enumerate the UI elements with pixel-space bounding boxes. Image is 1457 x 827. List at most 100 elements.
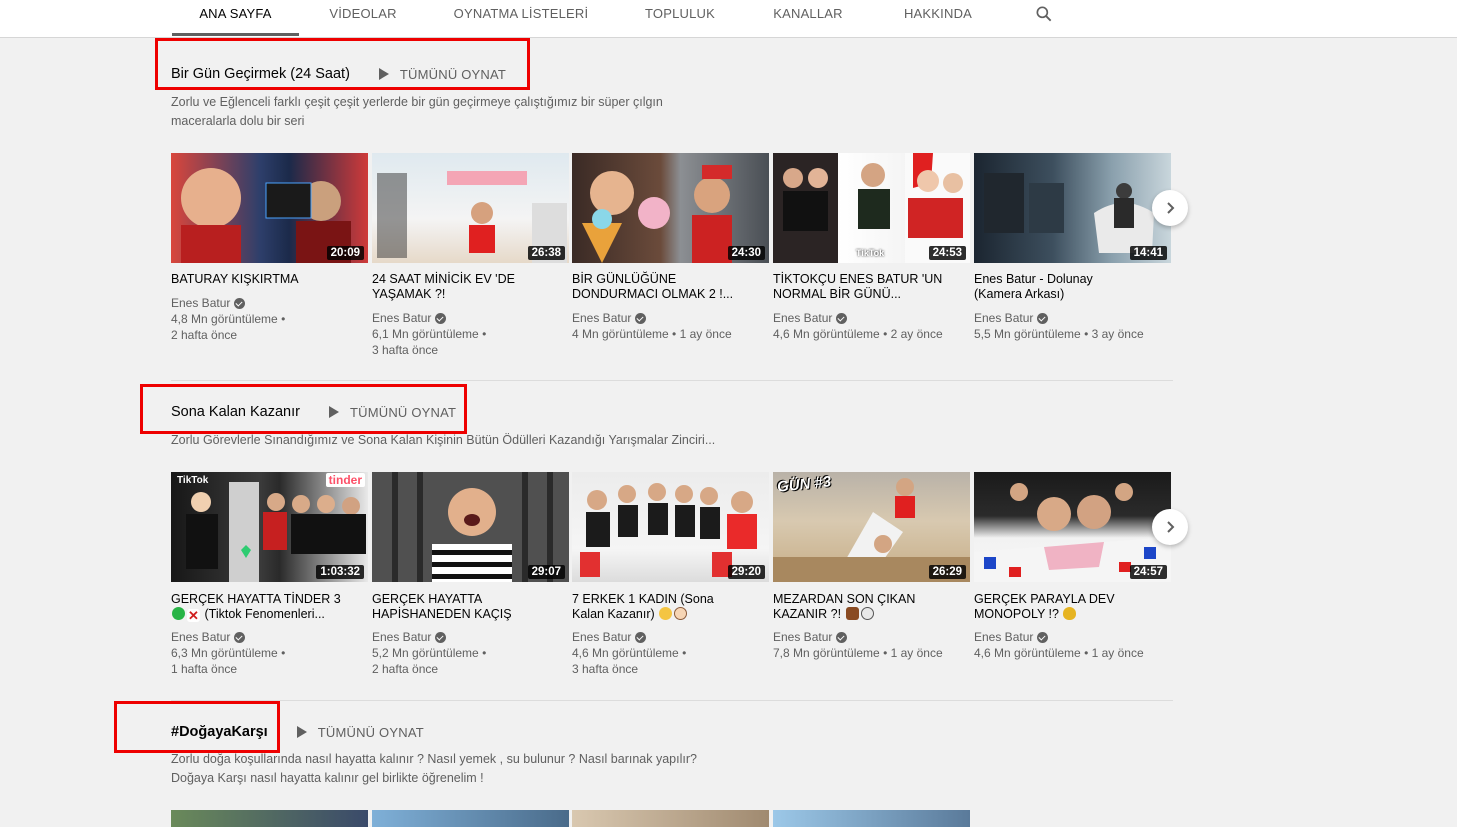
play-all-button[interactable]: TÜMÜNÜ OYNAT bbox=[328, 405, 456, 420]
video-meta: Enes Batur 7,8 Mn görüntüleme • 1 ay önc… bbox=[773, 629, 970, 661]
view-count: 6,3 Mn görüntüleme • bbox=[171, 646, 286, 660]
channel-name[interactable]: Enes Batur bbox=[572, 310, 769, 326]
video-meta: Enes Batur 6,3 Mn görüntüleme • 1 hafta … bbox=[171, 629, 368, 677]
channel-name-text: Enes Batur bbox=[171, 296, 231, 310]
video-title[interactable]: GERÇEK HAYATTA TİNDER 3 ✕ (Tiktok Fenome… bbox=[171, 592, 351, 622]
video-thumbnail[interactable]: 29:20 bbox=[572, 472, 769, 582]
video-duration: 14:41 bbox=[1129, 246, 1167, 260]
tab-about[interactable]: HAKKINDA bbox=[885, 0, 991, 36]
shelf-description: Zorlu Görevlerle Sınandığımız ve Sona Ka… bbox=[171, 431, 771, 450]
channel-name[interactable]: Enes Batur bbox=[773, 310, 970, 326]
shelf-header-1: Bir Gün Geçirmek (24 Saat) TÜMÜNÜ OYNAT bbox=[171, 66, 506, 82]
video-title-text: 7 ERKEK 1 KADIN (Sona Kalan Kazanır) bbox=[572, 592, 714, 621]
video-duration: 20:09 bbox=[326, 246, 364, 260]
view-count: 7,8 Mn görüntüleme • 1 ay önce bbox=[773, 646, 943, 660]
video-thumbnail[interactable]: 26:38 bbox=[372, 153, 569, 263]
video-title-text: GERÇEK PARAYLA DEV MONOPOLY !? bbox=[974, 592, 1115, 621]
video-title-line-2: ✕ (Tiktok Fenomenleri... bbox=[171, 607, 351, 622]
video-thumbnail[interactable]: 29:07 bbox=[372, 472, 569, 582]
shelf-header-2: Sona Kalan Kazanır TÜMÜNÜ OYNAT bbox=[171, 404, 456, 420]
shelf-next-button[interactable] bbox=[1152, 190, 1188, 226]
verified-icon bbox=[1037, 312, 1049, 324]
play-all-label: TÜMÜNÜ OYNAT bbox=[399, 66, 507, 82]
money-bag-icon bbox=[1063, 607, 1077, 620]
video-meta: Enes Batur 4 Mn görüntüleme • 1 ay önce bbox=[572, 310, 769, 342]
video-thumbnail[interactable] bbox=[773, 810, 970, 827]
video-meta: Enes Batur 6,1 Mn görüntüleme • 3 hafta … bbox=[372, 310, 569, 358]
channel-name-text: Enes Batur bbox=[372, 630, 432, 644]
shelf-divider bbox=[171, 380, 1173, 381]
shelf-description: Zorlu doğa koşullarında nasıl hayatta ka… bbox=[171, 750, 791, 788]
view-count: 5,5 Mn görüntüleme • 3 ay önce bbox=[974, 327, 1144, 341]
play-all-button[interactable]: TÜMÜNÜ OYNAT bbox=[296, 725, 424, 740]
highlight-box bbox=[155, 38, 530, 90]
video-title[interactable]: 7 ERKEK 1 KADIN (Sona Kalan Kazanır) bbox=[572, 592, 732, 622]
verified-icon bbox=[635, 631, 647, 643]
shelf-title[interactable]: Sona Kalan Kazanır bbox=[171, 404, 300, 420]
video-title[interactable]: MEZARDAN SON ÇIKAN KAZANIR ?! bbox=[773, 592, 933, 622]
channel-name[interactable]: Enes Batur bbox=[572, 629, 769, 645]
view-count: 4,6 Mn görüntüleme • 2 ay önce bbox=[773, 327, 943, 341]
channel-name[interactable]: Enes Batur bbox=[171, 629, 368, 645]
channel-tab-bar: ANA SAYFA VİDEOLAR OYNATMA LİSTELERİ TOP… bbox=[0, 0, 1457, 38]
verified-icon bbox=[234, 631, 246, 643]
view-count: 4 Mn görüntüleme • 1 ay önce bbox=[572, 327, 732, 341]
coffin-icon bbox=[845, 607, 859, 620]
upload-age: 2 hafta önce bbox=[171, 328, 238, 342]
channel-name[interactable]: Enes Batur bbox=[974, 629, 1171, 645]
man-emoji-icon bbox=[674, 607, 688, 620]
video-title[interactable]: BİR GÜNLÜĞÜNE DONDURMACI OLMAK 2 !... bbox=[572, 272, 742, 302]
video-title-text: (Tiktok Fenomenleri... bbox=[204, 607, 325, 621]
verified-icon bbox=[435, 631, 447, 643]
video-duration: 24:30 bbox=[727, 246, 765, 260]
video-thumbnail[interactable]: GÜN #3 26:29 bbox=[773, 472, 970, 582]
channel-name-text: Enes Batur bbox=[773, 311, 833, 325]
channel-name[interactable]: Enes Batur bbox=[372, 629, 569, 645]
video-thumbnail[interactable] bbox=[171, 810, 368, 827]
video-duration: 29:07 bbox=[527, 565, 565, 579]
video-title[interactable]: GERÇEK PARAYLA DEV MONOPOLY !? bbox=[974, 592, 1124, 622]
channel-name[interactable]: Enes Batur bbox=[171, 295, 368, 311]
video-thumbnail[interactable]: 14:41 bbox=[974, 153, 1171, 263]
video-title[interactable]: GERÇEK HAYATTA HAPİSHANEDEN KAÇIŞ bbox=[372, 592, 532, 622]
tab-channels[interactable]: KANALLAR bbox=[755, 0, 861, 36]
verified-icon bbox=[1037, 631, 1049, 643]
tab-playlists[interactable]: OYNATMA LİSTELERİ bbox=[440, 0, 602, 36]
video-thumbnail[interactable] bbox=[372, 810, 569, 827]
video-title[interactable]: BATURAY KIŞKIRTMA bbox=[171, 272, 363, 287]
shelf-header-3: #DoğayaKarşı TÜMÜNÜ OYNAT bbox=[171, 724, 424, 740]
video-thumbnail[interactable]: 24:30 bbox=[572, 153, 769, 263]
shelf-next-button[interactable] bbox=[1152, 509, 1188, 545]
green-heart-icon bbox=[172, 607, 185, 620]
channel-name-text: Enes Batur bbox=[974, 630, 1034, 644]
shelf-title[interactable]: Bir Gün Geçirmek (24 Saat) bbox=[171, 66, 350, 82]
tab-videos[interactable]: VİDEOLAR bbox=[310, 0, 416, 36]
video-thumbnail[interactable]: TikTok 24:53 bbox=[773, 153, 970, 263]
video-duration: 24:53 bbox=[928, 246, 966, 260]
shelf-title[interactable]: #DoğayaKarşı bbox=[171, 724, 268, 740]
verified-icon bbox=[836, 312, 848, 324]
video-meta: Enes Batur 4,6 Mn görüntüleme • 3 hafta … bbox=[572, 629, 769, 677]
description-line: Zorlu Görevlerle Sınandığımız ve Sona Ka… bbox=[171, 433, 716, 447]
shelf-description: Zorlu ve Eğlenceli farklı çeşit çeşit ye… bbox=[171, 93, 731, 131]
video-title-text: MEZARDAN SON ÇIKAN KAZANIR ?! bbox=[773, 592, 916, 621]
play-all-button[interactable]: TÜMÜNÜ OYNAT bbox=[378, 67, 506, 82]
tab-community[interactable]: TOPLULUK bbox=[625, 0, 735, 36]
video-title[interactable]: 24 SAAT MİNİCİK EV 'DE YAŞAMAK ?! bbox=[372, 272, 542, 302]
search-icon[interactable] bbox=[1034, 4, 1054, 24]
video-duration: 1:03:32 bbox=[316, 565, 364, 579]
channel-name-text: Enes Batur bbox=[171, 630, 231, 644]
play-all-label: TÜMÜNÜ OYNAT bbox=[349, 404, 457, 420]
channel-name[interactable]: Enes Batur bbox=[974, 310, 1171, 326]
video-thumbnail[interactable]: 24:57 bbox=[974, 472, 1171, 582]
play-icon bbox=[328, 406, 339, 418]
video-thumbnail[interactable]: 20:09 bbox=[171, 153, 368, 263]
video-thumbnail[interactable] bbox=[572, 810, 769, 827]
video-thumbnail[interactable]: TikTok tinder 1:03:32 bbox=[171, 472, 368, 582]
tab-home[interactable]: ANA SAYFA bbox=[172, 0, 299, 36]
shelf-divider bbox=[171, 700, 1173, 701]
channel-name[interactable]: Enes Batur bbox=[372, 310, 569, 326]
video-title[interactable]: TİKTOKÇU ENES BATUR 'UN NORMAL BİR GÜNÜ.… bbox=[773, 272, 948, 302]
video-title[interactable]: Enes Batur - Dolunay (Kamera Arkası) bbox=[974, 272, 1124, 302]
channel-name[interactable]: Enes Batur bbox=[773, 629, 970, 645]
